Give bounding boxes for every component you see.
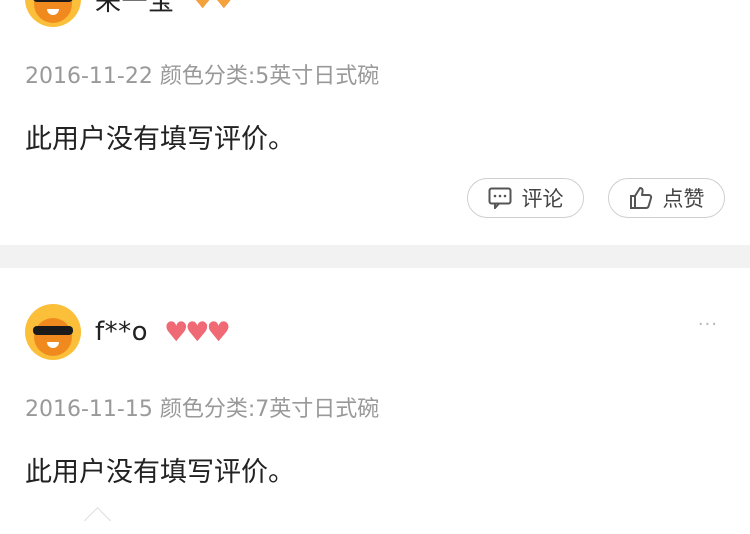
comment-button[interactable]: 评论	[467, 178, 584, 218]
section-divider	[0, 245, 750, 268]
reply-box-notch	[84, 507, 111, 534]
review-meta: 2016-11-22 颜色分类:5英寸日式碗	[25, 64, 380, 89]
review-content: 此用户没有填写评价。	[25, 457, 295, 488]
review-card-1: 来一宝 ♥ ♥ 2016-11-22 颜色分类:5英寸日式碗 此用户没有填写评价…	[0, 0, 750, 245]
heart-icon: ♥	[206, 316, 231, 348]
review-header: f**o ♥ ♥ ♥	[25, 303, 231, 361]
review-content: 此用户没有填写评价。	[25, 124, 295, 155]
more-options-icon[interactable]: ···	[698, 314, 718, 335]
username: 来一宝	[95, 0, 175, 17]
review-card-2: f**o ♥ ♥ ♥ ··· 2016-11-15 颜色分类:7英寸日式碗 此用…	[0, 268, 750, 534]
avatar[interactable]	[25, 0, 81, 27]
review-meta: 2016-11-15 颜色分类:7英寸日式碗	[25, 397, 380, 422]
avatar[interactable]	[25, 304, 81, 360]
review-header: 来一宝 ♥ ♥	[25, 0, 236, 28]
heart-icon: ♥	[212, 0, 236, 13]
comment-icon	[488, 187, 511, 209]
rating-hearts: ♥ ♥	[191, 0, 236, 13]
like-button[interactable]: 点赞	[608, 178, 725, 218]
comment-label: 评论	[521, 187, 564, 211]
like-label: 点赞	[662, 187, 705, 211]
thumbs-up-icon	[629, 187, 652, 209]
review-actions: 评论 点赞	[467, 178, 725, 218]
username: f**o	[95, 317, 149, 347]
rating-hearts: ♥ ♥ ♥	[164, 316, 231, 348]
